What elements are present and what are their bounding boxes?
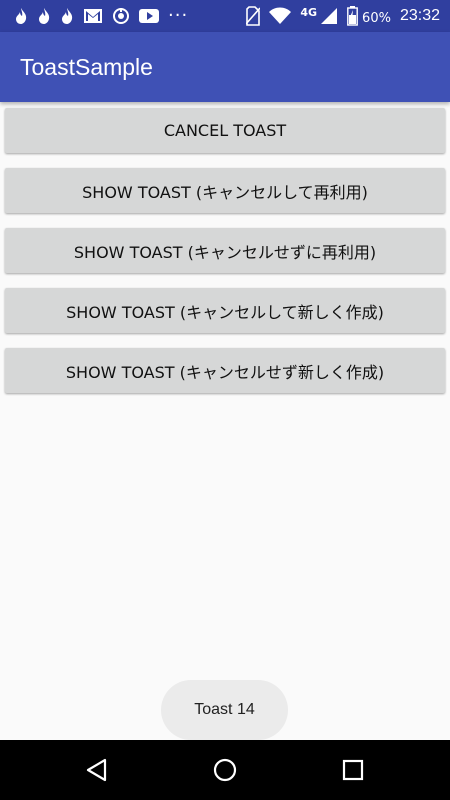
app-title: ToastSample	[20, 53, 153, 80]
sync-icon	[112, 7, 130, 25]
overflow-dots: ···	[168, 5, 189, 26]
no-sim-icon	[246, 6, 261, 26]
app-bar: ToastSample	[0, 32, 450, 102]
clock: 23:32	[399, 7, 440, 24]
back-icon[interactable]	[84, 757, 110, 783]
button-list: CANCEL TOAST SHOW TOAST (キャンセルして再利用) SHO…	[5, 108, 445, 408]
battery-icon	[347, 6, 358, 26]
system-icons: 4G 60% 23:32	[246, 6, 440, 26]
show-toast-reuse-button[interactable]: SHOW TOAST (キャンセルせずに再利用)	[5, 228, 445, 273]
home-icon[interactable]	[212, 757, 238, 783]
cancel-toast-button[interactable]: CANCEL TOAST	[5, 108, 445, 153]
youtube-icon	[139, 9, 159, 23]
wifi-icon	[269, 7, 292, 25]
notification-icons: ···	[14, 7, 188, 25]
network-type: 4G	[300, 5, 318, 19]
status-bar: ··· 4G 60% 23:32	[0, 0, 450, 32]
show-toast-cancel-new-button[interactable]: SHOW TOAST (キャンセルして新しく作成)	[5, 288, 445, 333]
toast-message: Toast 14	[161, 680, 288, 740]
flame-icon	[37, 7, 51, 25]
show-toast-cancel-reuse-button[interactable]: SHOW TOAST (キャンセルして再利用)	[5, 168, 445, 213]
recent-apps-icon[interactable]	[340, 757, 366, 783]
navigation-bar	[0, 740, 450, 800]
show-toast-new-button[interactable]: SHOW TOAST (キャンセルせず新しく作成)	[5, 348, 445, 393]
flame-icon	[60, 7, 74, 25]
flame-icon	[14, 7, 28, 25]
gmail-icon	[83, 8, 103, 24]
signal-icon	[320, 7, 338, 25]
battery-percent: 60%	[362, 10, 391, 26]
